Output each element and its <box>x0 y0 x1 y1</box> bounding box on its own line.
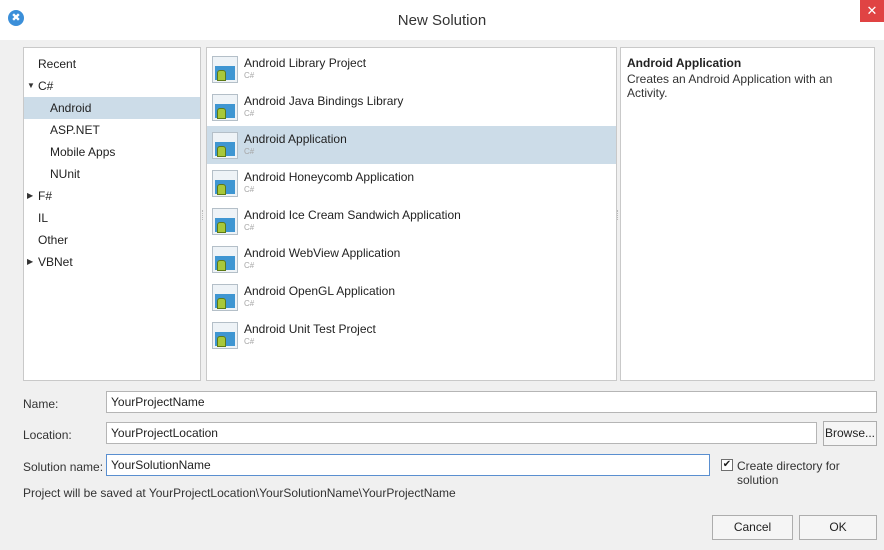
android-project-icon <box>212 94 238 121</box>
template-name: Android Ice Cream Sandwich Application <box>244 208 461 222</box>
icon-droid <box>217 70 226 81</box>
title-bar: ✖ New Solution ✕ <box>0 0 884 40</box>
create-directory-label: Create directory for solution <box>737 459 840 487</box>
name-label: Name: <box>23 397 59 411</box>
splitter-handle[interactable] <box>202 210 204 220</box>
close-icon[interactable]: ✕ <box>860 0 884 22</box>
category-label: ASP.NET <box>50 123 100 137</box>
template-language: C# <box>244 261 255 270</box>
template-language: C# <box>244 337 255 346</box>
description-text: Creates an Android Application with an A… <box>627 72 833 100</box>
category-item-asp-net[interactable]: ASP.NET <box>24 119 200 141</box>
category-item-il[interactable]: IL <box>24 207 200 229</box>
icon-droid <box>217 222 226 233</box>
window-title: New Solution <box>397 12 487 29</box>
category-item-mobile-apps[interactable]: Mobile Apps <box>24 141 200 163</box>
category-item-android[interactable]: Android <box>24 97 200 119</box>
category-item-f-[interactable]: ▶ F# <box>24 185 200 207</box>
expanded-arrow-icon[interactable]: ▼ <box>27 75 37 97</box>
create-directory-checkbox[interactable]: ✔ <box>721 459 733 471</box>
template-language: C# <box>244 299 255 308</box>
template-language: C# <box>244 223 255 232</box>
solution-name-field[interactable]: YourSolutionName <box>106 454 710 476</box>
template-language: C# <box>244 185 255 194</box>
template-item[interactable]: Android Library Project C# <box>207 50 616 88</box>
description-title: Android Application <box>627 56 742 70</box>
ok-button[interactable]: OK <box>799 515 877 540</box>
category-item-recent[interactable]: Recent <box>24 53 200 75</box>
android-project-icon <box>212 208 238 235</box>
android-project-icon <box>212 246 238 273</box>
category-label: F# <box>38 189 53 203</box>
template-item[interactable]: Android Honeycomb Application C# <box>207 164 616 202</box>
template-name: Android Unit Test Project <box>244 322 376 336</box>
template-name: Android OpenGL Application <box>244 284 395 298</box>
icon-droid <box>217 184 226 195</box>
location-label: Location: <box>23 428 72 442</box>
category-label: IL <box>38 211 49 225</box>
android-project-icon <box>212 322 238 349</box>
template-name: Android Java Bindings Library <box>244 94 404 108</box>
template-language: C# <box>244 71 255 80</box>
solution-name-label: Solution name: <box>23 460 104 474</box>
category-label: C# <box>38 79 54 93</box>
category-item-other[interactable]: Other <box>24 229 200 251</box>
category-list: Recent ▼ C# Android ASP.NET Mobile Apps NUnit ▶… <box>23 47 201 381</box>
android-project-icon <box>212 284 238 311</box>
icon-droid <box>217 146 226 157</box>
template-item[interactable]: Android OpenGL Application C# <box>207 278 616 316</box>
description-panel: Android Application Creates an Android A… <box>620 47 875 381</box>
category-label: Other <box>38 233 69 247</box>
category-item-c-[interactable]: ▼ C# <box>24 75 200 97</box>
template-name: Android WebView Application <box>244 246 401 260</box>
splitter-handle[interactable] <box>617 210 619 220</box>
icon-droid <box>217 108 226 119</box>
category-label: Android <box>50 101 92 115</box>
location-field[interactable]: YourProjectLocation <box>106 422 817 444</box>
category-label: Recent <box>38 57 77 71</box>
browse-button[interactable]: Browse... <box>823 421 877 446</box>
android-project-icon <box>212 56 238 83</box>
template-list: Android Library Project C# Android Java Bi… <box>206 47 617 381</box>
category-item-vbnet[interactable]: ▶ VBNet <box>24 251 200 273</box>
template-name: Android Honeycomb Application <box>244 170 415 184</box>
template-language: C# <box>244 109 255 118</box>
template-language: C# <box>244 147 255 156</box>
android-project-icon <box>212 132 238 159</box>
collapsed-arrow-icon[interactable]: ▶ <box>27 185 37 207</box>
name-field[interactable]: YourProjectName <box>106 391 877 413</box>
template-item[interactable]: Android Application C# <box>207 126 616 164</box>
template-item[interactable]: Android WebView Application C# <box>207 240 616 278</box>
template-item[interactable]: Android Ice Cream Sandwich Application C# <box>207 202 616 240</box>
icon-droid <box>217 260 226 271</box>
android-project-icon <box>212 170 238 197</box>
collapsed-arrow-icon[interactable]: ▶ <box>27 251 37 273</box>
icon-droid <box>217 298 226 309</box>
template-item[interactable]: Android Unit Test Project C# <box>207 316 616 354</box>
category-item-nunit[interactable]: NUnit <box>24 163 200 185</box>
template-name: Android Library Project <box>244 56 367 70</box>
category-label: VBNet <box>38 255 73 269</box>
template-name: Android Application <box>244 132 347 146</box>
icon-droid <box>217 336 226 347</box>
category-label: NUnit <box>50 167 81 181</box>
cancel-button[interactable]: Cancel <box>712 515 793 540</box>
template-item[interactable]: Android Java Bindings Library C# <box>207 88 616 126</box>
save-path-info: Project will be saved at YourProjectLoca… <box>23 486 456 500</box>
category-label: Mobile Apps <box>50 145 116 159</box>
